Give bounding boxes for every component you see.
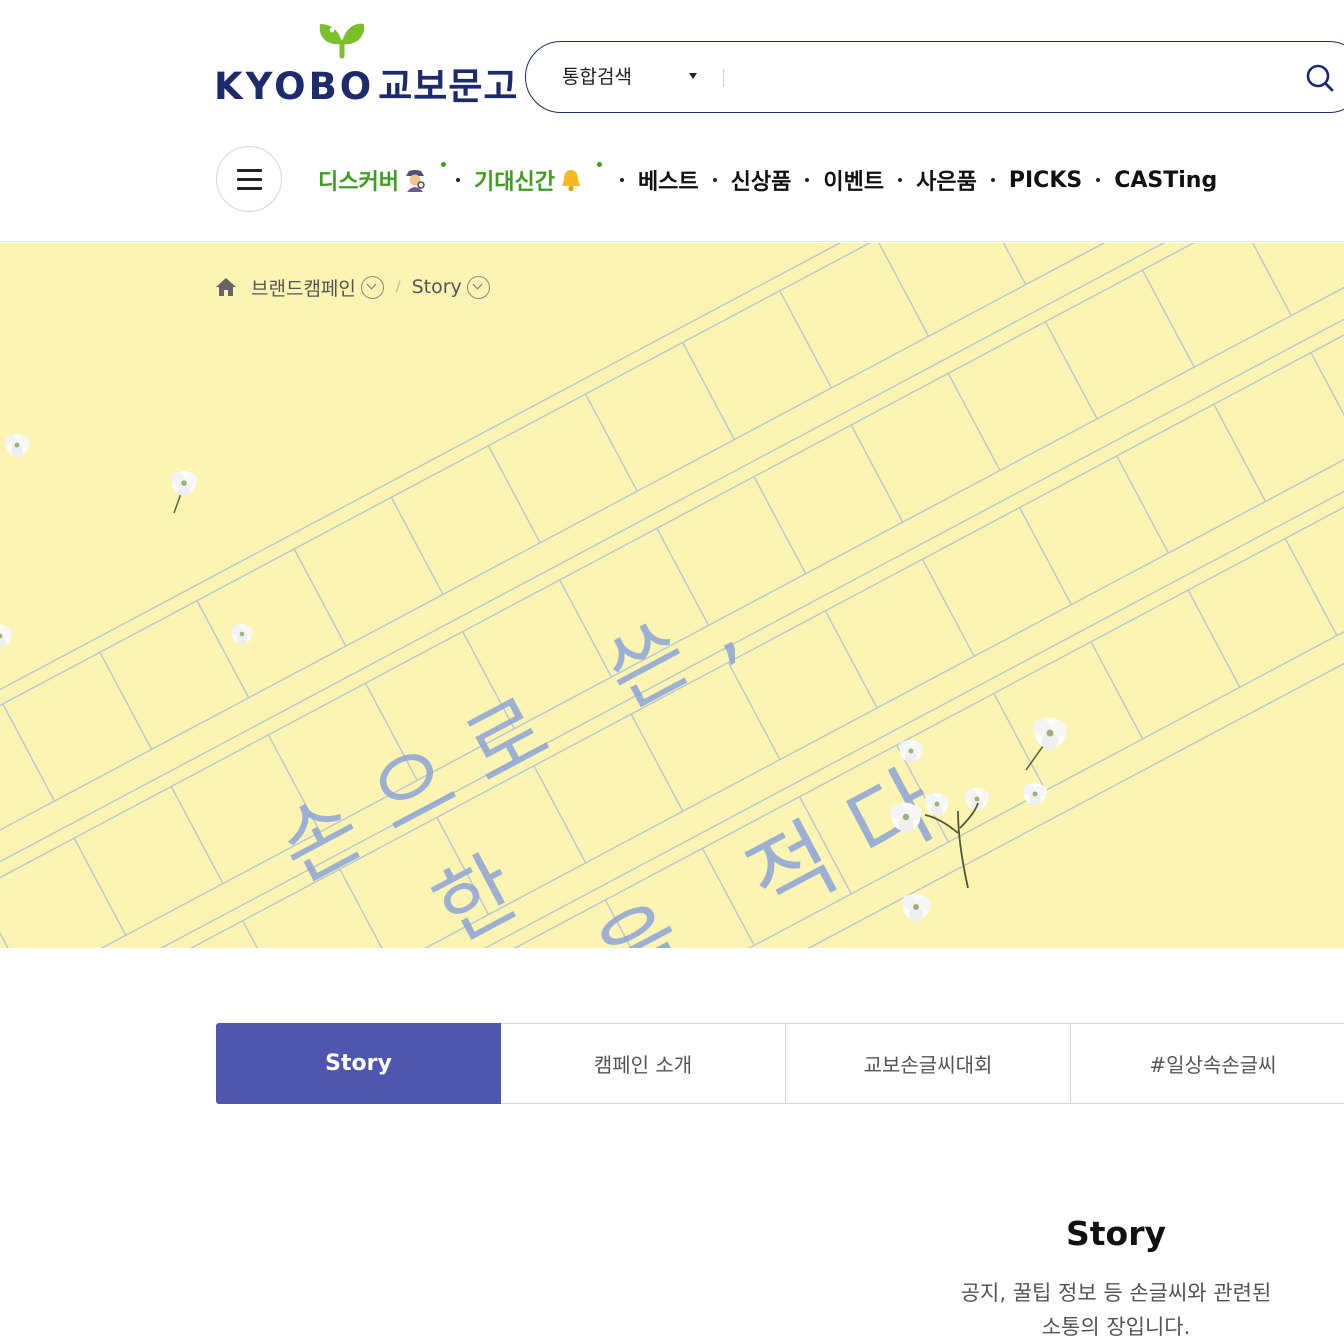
nav-bestseller[interactable]: 베스트 (638, 164, 699, 196)
home-icon[interactable] (215, 277, 237, 297)
nav-upcoming-books[interactable]: 기대신간 (473, 162, 602, 196)
hamburger-menu-button[interactable] (216, 146, 282, 212)
nav-separator (898, 178, 903, 182)
manuscript-grid-illustration: 손으로 쓴, 한 마음을 적다 (0, 243, 1344, 948)
tab-story[interactable]: Story (216, 1023, 502, 1104)
search-input[interactable] (736, 60, 1296, 94)
site-header: KYOBO 교보문고 통합검색 디스커버 기대신간 베스트 신상품 이벤트 사은… (0, 0, 1344, 242)
nav-separator (1096, 178, 1101, 182)
nav-separator (712, 178, 717, 182)
hamburger-line (237, 187, 262, 190)
description-line: 공지, 꿀팁 정보 등 손글씨와 관련된 (960, 1281, 1272, 1305)
search-icon[interactable] (1304, 62, 1336, 94)
kyobo-logo[interactable]: KYOBO 교보문고 (214, 16, 517, 108)
main-navigation: 디스커버 기대신간 베스트 신상품 이벤트 사은품 PICKS CASTing (318, 160, 1217, 200)
new-indicator-dot (440, 162, 446, 167)
nav-separator (990, 178, 995, 182)
search-bar: 통합검색 (525, 41, 1344, 113)
hamburger-line (237, 169, 262, 172)
headline-line: 손으로 쓴, (263, 565, 777, 901)
tab-daily-handwriting[interactable]: #일상속손글씨 (1071, 1023, 1344, 1104)
logo-wordmark: KYOBO 교보문고 (214, 65, 519, 108)
nav-casting[interactable]: CASTing (1114, 168, 1217, 193)
nav-discover-label: 디스커버 (318, 170, 399, 195)
search-divider (723, 69, 724, 87)
nav-separator (619, 178, 624, 182)
tab-campaign-intro[interactable]: 캠페인 소개 (501, 1023, 787, 1104)
nav-separator (805, 178, 810, 182)
section-title: Story (1066, 1214, 1166, 1253)
breadcrumb-separator: / (395, 279, 401, 295)
search-scope-select[interactable]: 통합검색 (562, 62, 632, 92)
description-line: 소통의 장입니다. (1041, 1315, 1191, 1339)
hamburger-line (237, 178, 262, 181)
campaign-tabs: Story 캠페인 소개 교보손글씨대회 #일상속손글씨 (216, 1023, 1344, 1104)
nav-picks[interactable]: PICKS (1009, 168, 1082, 193)
breadcrumb-level1[interactable]: 브랜드캠페인 (251, 274, 356, 301)
nav-discover[interactable]: 디스커버 (318, 162, 446, 196)
nav-events[interactable]: 이벤트 (823, 164, 884, 196)
tab-handwriting-contest[interactable]: 교보손글씨대회 (786, 1023, 1071, 1104)
breadcrumb: 브랜드캠페인 / Story (215, 273, 490, 301)
breadcrumb-level2[interactable]: Story (412, 276, 462, 298)
headline-line: 한 (418, 838, 532, 948)
nav-new-products[interactable]: 신상품 (731, 164, 792, 196)
detective-icon (405, 170, 425, 192)
sprout-logo-icon (319, 23, 365, 59)
campaign-hero-banner: 손으로 쓴, 한 마음을 적다 브랜드캠페인 / Story (0, 243, 1344, 948)
section-description: 공지, 꿀팁 정보 등 손글씨와 관련된 소통의 장입니다. (916, 1276, 1316, 1344)
chevron-down-icon[interactable] (360, 275, 384, 299)
caret-down-icon[interactable] (689, 73, 697, 79)
chevron-down-icon[interactable] (466, 275, 490, 299)
bell-icon (561, 170, 580, 192)
new-indicator-dot (596, 162, 602, 167)
grid-lines (0, 243, 1344, 948)
nav-separator (455, 178, 460, 182)
nav-upcoming-label: 기대신간 (473, 170, 555, 195)
nav-gifts[interactable]: 사은품 (916, 164, 977, 196)
